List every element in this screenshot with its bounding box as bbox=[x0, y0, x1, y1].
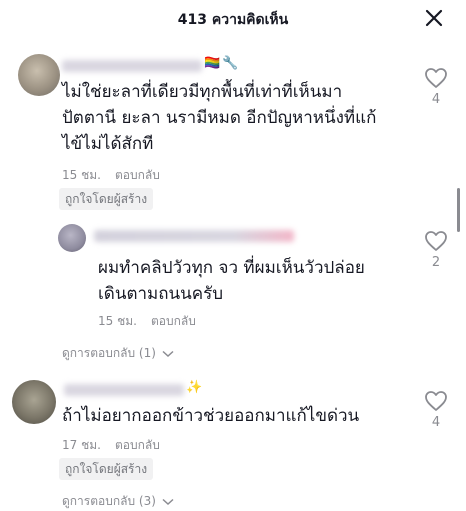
like-count: 4 bbox=[431, 415, 441, 430]
comment-text-line: ไม่ใช่ยะลาที่เดียวมีทุกพื้นที่เท่าที่เห็… bbox=[62, 82, 343, 102]
scrollbar-thumb[interactable] bbox=[457, 188, 460, 232]
view-replies-label: ดูการตอบกลับ (1) bbox=[62, 346, 156, 360]
comment-time: 15 ชม. bbox=[62, 168, 101, 182]
comments-header: 413 ความคิดเห็น bbox=[0, 0, 466, 38]
comment-text-line: ถ้าไม่อยากออกข้าวช่วยออกมาแก้ไขด่วน bbox=[62, 406, 360, 426]
comment-time: 17 ชม. bbox=[62, 438, 101, 452]
view-replies-button[interactable]: ดูการตอบกลับ (1) bbox=[62, 344, 174, 363]
comment-meta: 15 ชม. ตอบกลับ bbox=[62, 166, 174, 185]
liked-by-creator-badge: ถูกใจโดยผู้สร้าง bbox=[59, 188, 154, 210]
close-icon bbox=[425, 9, 443, 27]
comment-meta: 17 ชม. ตอบกลับ bbox=[62, 436, 174, 455]
chevron-down-icon bbox=[162, 350, 174, 357]
close-button[interactable] bbox=[422, 6, 446, 30]
liked-by-creator-badge: ถูกใจโดยผู้สร้าง bbox=[59, 458, 154, 480]
sparkle-emoji: ✨ bbox=[186, 380, 203, 395]
like-button[interactable]: 4 bbox=[421, 67, 451, 107]
reply-button[interactable]: ตอบกลับ bbox=[115, 168, 160, 182]
view-replies-button[interactable]: ดูการตอบกลับ (3) bbox=[62, 492, 174, 511]
comment-text-line: เดินตามถนนครับ bbox=[98, 284, 224, 304]
comment-time: 15 ชม. bbox=[98, 314, 137, 328]
view-replies-label: ดูการตอบกลับ (3) bbox=[62, 494, 156, 508]
avatar[interactable] bbox=[18, 54, 60, 96]
heart-icon bbox=[425, 231, 447, 251]
comment-text-line: ปัตตานี ยะลา นรามีหมด อีกปัญหาหนึ่งที่แก… bbox=[62, 108, 377, 128]
reply-button[interactable]: ตอบกลับ bbox=[115, 438, 160, 452]
wrench-emoji: 🔧 bbox=[222, 56, 239, 71]
avatar[interactable] bbox=[58, 224, 86, 252]
heart-icon bbox=[425, 391, 447, 411]
heart-icon bbox=[425, 68, 447, 88]
like-count: 4 bbox=[431, 92, 441, 107]
username-blurred[interactable] bbox=[94, 230, 294, 242]
like-button[interactable]: 4 bbox=[421, 390, 451, 430]
like-count: 2 bbox=[431, 255, 441, 270]
like-button[interactable]: 2 bbox=[421, 230, 451, 270]
chevron-down-icon bbox=[162, 498, 174, 505]
comment-text-line: ไข้ไม่ได้สักที bbox=[62, 134, 154, 154]
username-blurred[interactable] bbox=[62, 60, 202, 72]
username-blurred[interactable] bbox=[64, 384, 184, 396]
comment-text-line: ผมทำคลิปวัวทุก จว ที่ผมเห็นวัวปล่อย bbox=[98, 258, 365, 278]
reply-button[interactable]: ตอบกลับ bbox=[151, 314, 196, 328]
rainbow-flag-emoji: 🏳️‍🌈 bbox=[204, 56, 221, 71]
comment-meta: 15 ชม. ตอบกลับ bbox=[98, 312, 210, 331]
comment-count-title: 413 ความคิดเห็น bbox=[177, 12, 289, 28]
avatar[interactable] bbox=[12, 380, 56, 424]
